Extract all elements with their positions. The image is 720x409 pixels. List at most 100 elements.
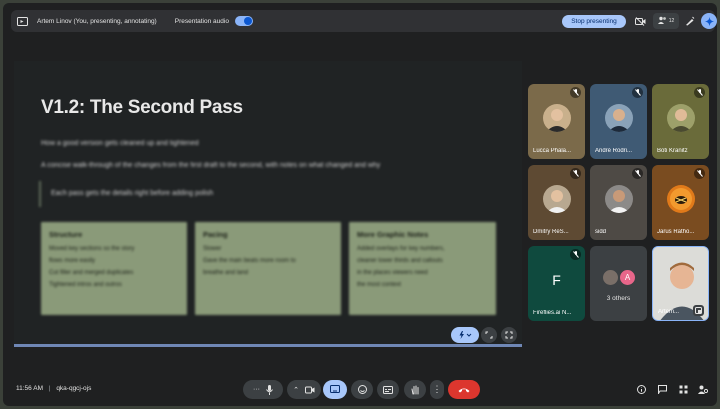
chat-icon[interactable] xyxy=(655,382,669,396)
card-line: Tightened intros and outros xyxy=(49,282,122,288)
microphone-control[interactable]: ··· xyxy=(243,380,283,399)
reactions-button[interactable] xyxy=(351,380,373,399)
avatar xyxy=(603,270,618,285)
stop-presenting-button[interactable]: Stop presenting xyxy=(562,15,626,28)
camera-off-icon[interactable] xyxy=(633,13,647,29)
participant-name: André Rodri... xyxy=(595,148,633,154)
mic-muted-icon xyxy=(694,87,705,98)
participant-tile[interactable]: André Rodri... xyxy=(590,84,647,159)
participant-tile[interactable]: sidd xyxy=(590,165,647,240)
activities-icon[interactable] xyxy=(676,382,690,396)
participant-tile[interactable]: Boti Kranitz xyxy=(652,84,709,159)
avatar xyxy=(667,185,695,213)
card-line: breathe and land xyxy=(203,270,249,276)
avatar xyxy=(543,104,571,132)
participant-tile[interactable]: Jarus Ratho... xyxy=(652,165,709,240)
presentation-bar: Artem Linov (You, presenting, annotating… xyxy=(11,10,717,32)
meeting-info-icon[interactable] xyxy=(634,382,648,396)
meet-window: Artem Linov (You, presenting, annotating… xyxy=(3,3,717,406)
avatar xyxy=(605,185,633,213)
chevron-up-icon[interactable]: ⌃ xyxy=(293,386,299,394)
captions-icon xyxy=(383,385,393,394)
participant-name: Boti Kranitz xyxy=(657,148,688,154)
pin-self-icon[interactable] xyxy=(693,305,704,316)
card-line: Slower xyxy=(203,246,222,252)
annotate-icon[interactable] xyxy=(683,13,697,29)
meeting-code: qka-qgcj-ojs xyxy=(56,385,92,392)
slide-progress-bar xyxy=(14,344,522,347)
card-heading: Pacing xyxy=(203,230,228,239)
leave-call-button[interactable] xyxy=(448,380,480,399)
people-icon xyxy=(657,16,667,26)
card-heading: More Graphic Notes xyxy=(357,230,429,239)
present-button[interactable] xyxy=(323,380,347,399)
more-audio-options-icon[interactable]: ··· xyxy=(253,386,260,393)
separator: | xyxy=(48,385,51,392)
slide-card-pacing: Pacing Slower Gave the main beats more r… xyxy=(195,222,341,315)
meeting-time-and-code: 11:56 AM | qka-qgcj-ojs xyxy=(16,385,91,392)
people-button[interactable]: 12 xyxy=(653,13,679,29)
presentation-audio-label: Presentation audio xyxy=(174,17,229,25)
slide-card-structure: Structure Moved key sections so the stor… xyxy=(41,222,187,315)
annotation-tool-button[interactable] xyxy=(451,327,479,343)
mic-muted-icon xyxy=(570,249,581,260)
card-line: in the places viewers need xyxy=(357,270,428,276)
participant-name: Lucca Phala... xyxy=(533,148,572,154)
camera-control[interactable]: ⌃ xyxy=(287,380,321,399)
presentation-audio-toggle[interactable] xyxy=(234,16,253,26)
present-screen-icon xyxy=(330,385,340,393)
clock-time: 11:56 AM xyxy=(16,385,43,392)
camera-icon xyxy=(304,386,315,393)
card-line: Added overlays for key numbers, xyxy=(357,246,445,252)
present-screen-icon xyxy=(15,14,29,28)
slide-title: V1.2: The Second Pass xyxy=(41,97,243,118)
raise-hand-button[interactable] xyxy=(404,380,426,399)
slide-body-text: A concise walk-through of the changes fr… xyxy=(41,162,381,169)
hand-icon xyxy=(411,385,418,394)
expand-icon[interactable] xyxy=(481,327,497,343)
captions-button[interactable] xyxy=(377,380,399,399)
bottom-control-bar: 11:56 AM | qka-qgcj-ojs ··· ⌃ ⋮ xyxy=(3,369,717,406)
avatar-initial: A xyxy=(620,270,635,285)
card-line: Moved key sections so the story xyxy=(49,246,135,252)
card-line: flows more easily xyxy=(49,258,96,264)
participant-name: Fireflies.ai N... xyxy=(533,310,572,316)
participant-tile[interactable]: F Fireflies.ai N... xyxy=(528,246,585,321)
card-line: the most context xyxy=(357,282,402,288)
card-line: cleaner lower thirds and callouts xyxy=(357,258,443,264)
host-controls-icon[interactable] xyxy=(696,382,710,396)
avatar xyxy=(543,185,571,213)
gemini-spark-icon[interactable] xyxy=(701,13,717,29)
slide-subtitle: How a good version gets cleaned up and t… xyxy=(41,140,199,147)
participant-tile[interactable]: Dmitry ReS... xyxy=(528,165,585,240)
mic-muted-icon xyxy=(694,168,705,179)
participant-initial: F xyxy=(552,272,561,288)
slide-quote: Each pass gets the details right before … xyxy=(39,181,319,207)
card-line: Gave the main beats more room to xyxy=(203,258,296,264)
participant-name: sidd xyxy=(595,229,607,235)
people-count: 12 xyxy=(668,18,675,24)
card-heading: Structure xyxy=(49,230,83,239)
mic-muted-icon xyxy=(570,87,581,98)
presenter-status: Artem Linov (You, presenting, annotating… xyxy=(37,17,157,25)
avatar xyxy=(667,104,695,132)
mic-muted-icon xyxy=(632,168,643,179)
avatar xyxy=(605,104,633,132)
slide-card-graphic-notes: More Graphic Notes Added overlays for ke… xyxy=(349,222,496,315)
emoji-icon xyxy=(357,385,367,394)
microphone-icon xyxy=(266,384,273,395)
participant-name: Dmitry ReS... xyxy=(533,229,569,235)
others-tile[interactable]: A 3 others xyxy=(590,246,647,321)
fullscreen-icon[interactable] xyxy=(501,327,517,343)
card-line: Cut filler and merged duplicates xyxy=(49,270,134,276)
mic-muted-icon xyxy=(570,168,581,179)
participant-name: Jarus Ratho... xyxy=(657,229,695,235)
more-vert-icon: ⋮ xyxy=(432,384,442,394)
others-count: 3 others xyxy=(606,295,631,302)
mic-muted-icon xyxy=(632,87,643,98)
end-call-icon xyxy=(458,388,470,392)
self-view-tile[interactable]: Artem... xyxy=(652,246,709,321)
participant-tile[interactable]: Lucca Phala... xyxy=(528,84,585,159)
more-options-button[interactable]: ⋮ xyxy=(430,380,444,399)
shared-slide: V1.2: The Second Pass How a good version… xyxy=(14,61,522,347)
